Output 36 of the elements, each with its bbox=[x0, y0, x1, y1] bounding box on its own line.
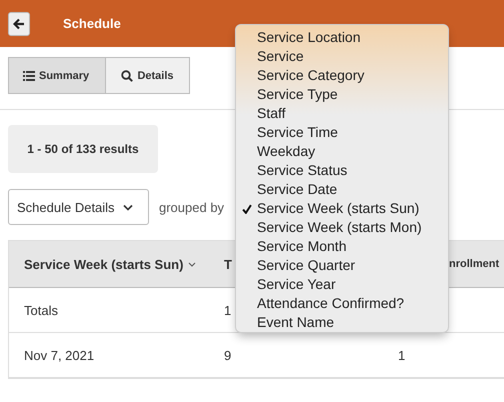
menu-item[interactable]: Service Month bbox=[236, 237, 448, 256]
menu-item[interactable]: Service Quarter bbox=[236, 256, 448, 275]
table-cell: Nov 7, 2021 bbox=[24, 348, 94, 362]
column-header: nrollment bbox=[449, 258, 500, 270]
table-cell: 1 bbox=[398, 348, 406, 362]
back-button[interactable] bbox=[8, 12, 30, 36]
menu-item[interactable]: Service Type bbox=[236, 85, 448, 104]
menu-item[interactable]: Staff bbox=[236, 104, 448, 123]
menu-item[interactable]: Service Date bbox=[236, 180, 448, 199]
view-tab[interactable]: Details bbox=[106, 57, 190, 94]
menu-item[interactable]: Service Status bbox=[236, 161, 448, 180]
menu-item[interactable]: Service Time bbox=[236, 123, 448, 142]
menu-item[interactable]: Service Location bbox=[236, 28, 448, 47]
list-icon bbox=[23, 70, 35, 80]
table-cell: 9 bbox=[224, 348, 232, 362]
report-select[interactable]: Schedule Details bbox=[8, 189, 149, 225]
search-icon bbox=[121, 70, 134, 82]
menu-item[interactable]: Service Category bbox=[236, 66, 448, 85]
grouped-by-label: grouped by bbox=[159, 200, 224, 214]
table-cell: Totals bbox=[24, 302, 58, 318]
menu-item[interactable]: Event Name bbox=[236, 313, 448, 332]
menu-item[interactable]: Weekday bbox=[236, 142, 448, 161]
menu-item[interactable]: Service bbox=[236, 47, 448, 66]
column-header[interactable]: Service Week (starts Sun) bbox=[24, 256, 184, 272]
results-count: 1 - 50 of 133 results bbox=[8, 125, 158, 173]
menu-item[interactable]: Service Week (starts Mon) bbox=[236, 218, 448, 237]
column-header: T bbox=[224, 256, 232, 272]
view-tab[interactable]: Summary bbox=[8, 57, 106, 94]
menu-item[interactable]: Service Year bbox=[236, 275, 448, 294]
menu-item[interactable]: Attendance Confirmed? bbox=[236, 294, 448, 313]
page-title: Schedule bbox=[63, 16, 121, 31]
sort-caret-icon bbox=[188, 262, 196, 266]
menu-item[interactable]: Service Week (starts Sun) bbox=[236, 199, 448, 218]
back-arrow-icon bbox=[13, 18, 25, 30]
chevron-down-icon bbox=[122, 204, 133, 210]
table-cell: 1 bbox=[224, 302, 232, 318]
